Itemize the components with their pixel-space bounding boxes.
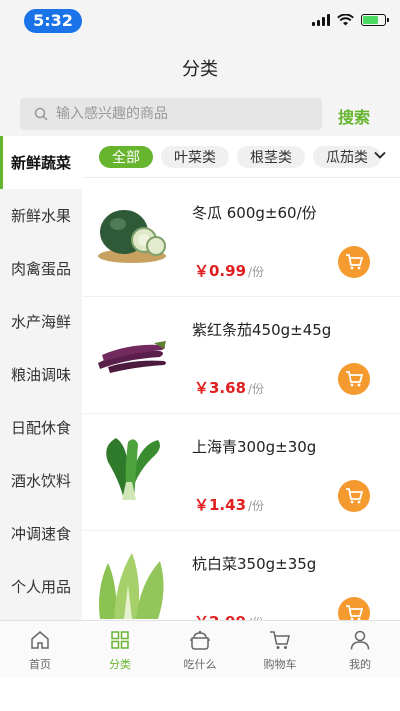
sidebar-item-fresh-fruit[interactable]: 新鲜水果: [0, 189, 82, 242]
tab-label: 购物车: [263, 658, 297, 671]
product-price-row: ￥0.99 /份: [194, 260, 264, 281]
sidebar-item-grain-oil[interactable]: 粮油调味: [0, 348, 82, 401]
bok-choy-image: [106, 438, 160, 500]
tab-label: 吃什么: [183, 658, 217, 671]
add-to-cart-button[interactable]: [338, 597, 370, 620]
chip-all[interactable]: 全部: [99, 145, 153, 168]
status-time: 5:32: [24, 9, 82, 33]
chip-gourd[interactable]: 瓜茄类: [313, 145, 381, 168]
wifi-icon: [337, 14, 354, 26]
product-item[interactable]: 杭白菜350g±35g ￥2.99 /份: [82, 531, 400, 620]
tab-cart[interactable]: 购物车: [240, 621, 320, 678]
cart-icon: [346, 371, 363, 387]
search-box[interactable]: [20, 98, 322, 130]
chevron-down-icon[interactable]: [372, 147, 388, 163]
product-price: ￥1.43: [194, 496, 247, 514]
product-list: 冬瓜 600g±60/份 ￥0.99 /份 紫红条茄450g±45g ￥3.68…: [82, 180, 400, 620]
tab-what-to-eat[interactable]: 吃什么: [160, 621, 240, 678]
add-to-cart-button[interactable]: [338, 246, 370, 278]
cart-icon: [346, 488, 363, 504]
product-name: 上海青300g±30g: [192, 438, 317, 456]
product-item[interactable]: 上海青300g±30g ￥1.43 /份: [82, 414, 400, 531]
product-price: ￥3.68: [194, 379, 247, 397]
tab-profile[interactable]: 我的: [320, 621, 400, 678]
cabbage-image: [99, 553, 164, 619]
status-icons: [312, 14, 389, 26]
status-bar: 5:32: [0, 0, 400, 44]
sidebar-item-fresh-vegetables[interactable]: 新鲜蔬菜: [0, 136, 82, 189]
cart-icon: [270, 631, 290, 649]
search-input[interactable]: [56, 106, 306, 122]
product-name: 冬瓜 600g±60/份: [192, 204, 317, 222]
tab-label: 我的: [349, 658, 371, 671]
eggplant-image: [98, 341, 166, 373]
grid-icon: [111, 631, 129, 649]
home-icon: [31, 631, 49, 649]
signal-icon: [312, 14, 330, 26]
product-price: ￥2.99: [194, 611, 246, 620]
product-price-row: ￥2.99 /份: [194, 611, 264, 620]
add-to-cart-button[interactable]: [338, 480, 370, 512]
sidebar-item-meat-eggs[interactable]: 肉禽蛋品: [0, 242, 82, 295]
product-unit: /份: [248, 499, 265, 513]
tab-home[interactable]: 首页: [0, 621, 80, 678]
product-name: 杭白菜350g±35g: [192, 555, 317, 573]
search-row: 搜索: [0, 96, 400, 136]
search-button[interactable]: 搜索: [338, 104, 370, 128]
sidebar-item-daily-snacks[interactable]: 日配休食: [0, 401, 82, 454]
sidebar-item-drinks[interactable]: 酒水饮料: [0, 454, 82, 507]
product-price-row: ￥1.43 /份: [194, 494, 264, 515]
home-indicator-area: [0, 678, 400, 711]
page-header: 分类: [0, 44, 400, 96]
subcategory-bar: 全部 叶菜类 根茎类 瓜茄类: [82, 136, 400, 178]
sidebar-item-personal-care[interactable]: 个人用品: [0, 560, 82, 613]
chip-root[interactable]: 根茎类: [237, 145, 305, 168]
cart-icon: [346, 254, 363, 270]
tab-label: 首页: [29, 658, 51, 671]
category-sidebar: 新鲜蔬菜 新鲜水果 肉禽蛋品 水产海鲜 粮油调味 日配休食 酒水饮料 冲调速食 …: [0, 136, 82, 620]
product-price: ￥0.99: [194, 262, 247, 280]
product-item[interactable]: 紫红条茄450g±45g ￥3.68 /份: [82, 297, 400, 414]
product-unit: /份: [248, 265, 265, 279]
bottom-tab-bar: 首页 分类 吃什么 购物车 我的: [0, 620, 400, 678]
search-icon: [34, 107, 48, 121]
chip-leafy[interactable]: 叶菜类: [161, 145, 229, 168]
add-to-cart-button[interactable]: [338, 363, 370, 395]
pot-icon: [190, 630, 210, 650]
user-icon: [350, 630, 370, 650]
product-unit: /份: [248, 382, 265, 396]
product-price-row: ￥3.68 /份: [194, 377, 264, 398]
page-title: 分类: [182, 59, 218, 80]
tab-category[interactable]: 分类: [80, 621, 160, 678]
battery-icon: [361, 14, 389, 26]
sidebar-item-instant-food[interactable]: 冲调速食: [0, 507, 82, 560]
tab-label: 分类: [109, 658, 131, 671]
cart-icon: [346, 605, 363, 620]
product-item[interactable]: 冬瓜 600g±60/份 ￥0.99 /份: [82, 180, 400, 297]
sidebar-item-seafood[interactable]: 水产海鲜: [0, 295, 82, 348]
winter-melon-image: [98, 210, 166, 263]
product-name: 紫红条茄450g±45g: [192, 321, 332, 339]
